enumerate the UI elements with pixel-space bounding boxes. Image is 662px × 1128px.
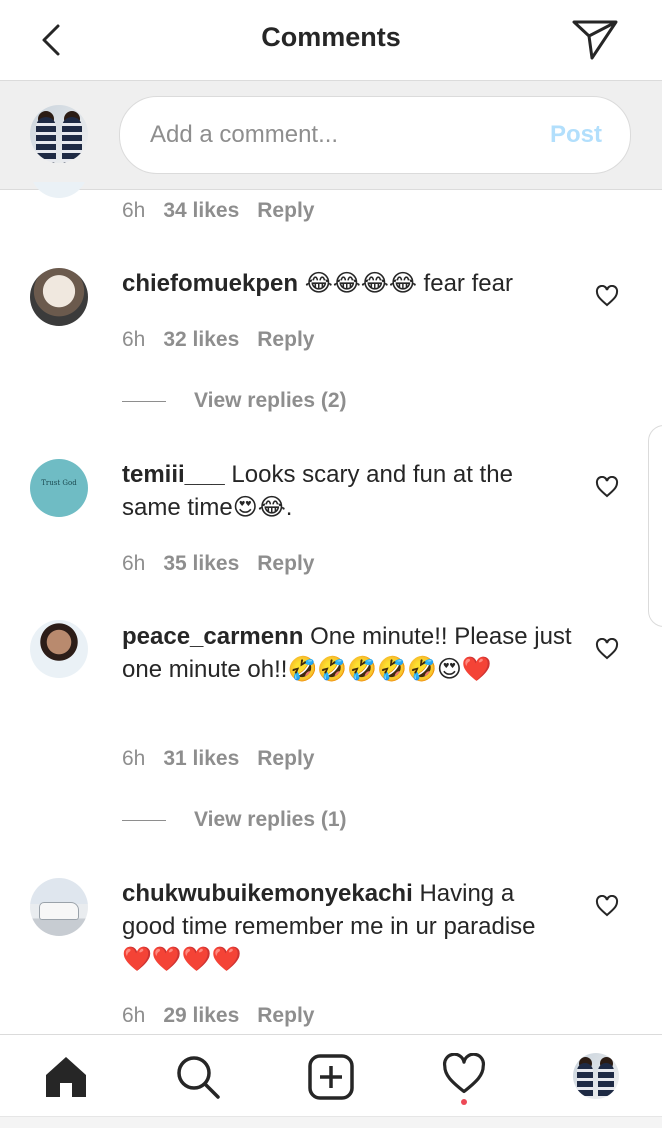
like-heart-icon[interactable] — [595, 476, 619, 498]
reply-button[interactable]: Reply — [257, 747, 314, 770]
comment-composer: Add a comment... Post — [0, 81, 662, 190]
comment-avatar[interactable]: Trust God — [30, 459, 88, 517]
notification-dot — [461, 1099, 467, 1105]
comment-username[interactable]: chukwubuikemonyekachi — [122, 880, 413, 907]
comment-meta: 6h 29 likes Reply — [122, 1004, 314, 1028]
comment-text: peace_carmenn One minute!! Please just o… — [122, 620, 572, 686]
new-post-icon[interactable] — [307, 1053, 355, 1101]
comment-likes[interactable]: 35 likes — [163, 552, 239, 575]
comment-time: 6h — [122, 747, 146, 770]
current-user-avatar[interactable] — [30, 105, 88, 163]
reply-button[interactable]: Reply — [257, 552, 314, 575]
like-heart-icon[interactable] — [595, 895, 619, 917]
comment-text: temiii___ Looks scary and fun at the sam… — [122, 458, 572, 524]
comment-time: 6h — [122, 1004, 146, 1027]
comment-meta: 6h 32 likes Reply — [122, 328, 314, 352]
header-bar: Comments — [0, 0, 662, 81]
like-heart-icon[interactable] — [595, 638, 619, 660]
partial-comment-meta: 6h 34 likes Reply — [122, 199, 314, 223]
view-replies-button[interactable]: View replies (2) — [122, 389, 347, 413]
comment-time: 6h — [122, 552, 146, 575]
comment-time: 6h — [122, 199, 146, 222]
comment-meta: 6h 31 likes Reply — [122, 747, 314, 771]
home-icon[interactable] — [42, 1053, 90, 1101]
comment-username[interactable]: temiii___ — [122, 461, 225, 488]
comment-body: 😂😂😂😂 fear fear — [304, 270, 513, 297]
comment-input-placeholder: Add a comment... — [150, 121, 339, 148]
comment-username[interactable]: peace_carmenn — [122, 623, 303, 650]
view-replies-label: View replies (2) — [194, 389, 347, 412]
comment-avatar[interactable] — [30, 620, 88, 678]
view-replies-button[interactable]: View replies (1) — [122, 808, 347, 832]
comment-likes[interactable]: 31 likes — [163, 747, 239, 770]
scroll-edge-handle[interactable] — [648, 425, 662, 627]
activity-tab[interactable] — [440, 1052, 488, 1105]
divider-line — [122, 819, 166, 821]
post-button[interactable]: Post — [550, 121, 602, 149]
comment-likes[interactable]: 29 likes — [163, 1004, 239, 1027]
comment-likes[interactable]: 32 likes — [163, 328, 239, 351]
comment-input[interactable]: Add a comment... Post — [119, 96, 631, 174]
activity-heart-icon — [443, 1052, 485, 1094]
system-bottom-bar — [0, 1116, 662, 1128]
bottom-navigation — [0, 1034, 662, 1117]
direct-send-icon[interactable] — [570, 16, 620, 62]
page-title: Comments — [261, 22, 401, 52]
like-heart-icon[interactable] — [595, 285, 619, 307]
divider-line — [122, 400, 166, 402]
comment-avatar[interactable] — [30, 268, 88, 326]
comment-text: chiefomuekpen 😂😂😂😂 fear fear — [122, 267, 572, 300]
search-icon[interactable] — [174, 1053, 222, 1101]
comment-meta: 6h 35 likes Reply — [122, 552, 314, 576]
reply-button[interactable]: Reply — [257, 1004, 314, 1027]
comment-avatar[interactable] — [30, 878, 88, 936]
view-replies-label: View replies (1) — [194, 808, 347, 831]
reply-button[interactable]: Reply — [257, 199, 314, 222]
comment-username[interactable]: chiefomuekpen — [122, 270, 298, 297]
reply-button[interactable]: Reply — [257, 328, 314, 351]
comment-time: 6h — [122, 328, 146, 351]
comment-likes[interactable]: 34 likes — [163, 199, 239, 222]
comment-text: chukwubuikemonyekachi Having a good time… — [122, 877, 572, 976]
avatar-text: Trust God — [41, 479, 77, 487]
profile-avatar[interactable] — [573, 1053, 619, 1099]
